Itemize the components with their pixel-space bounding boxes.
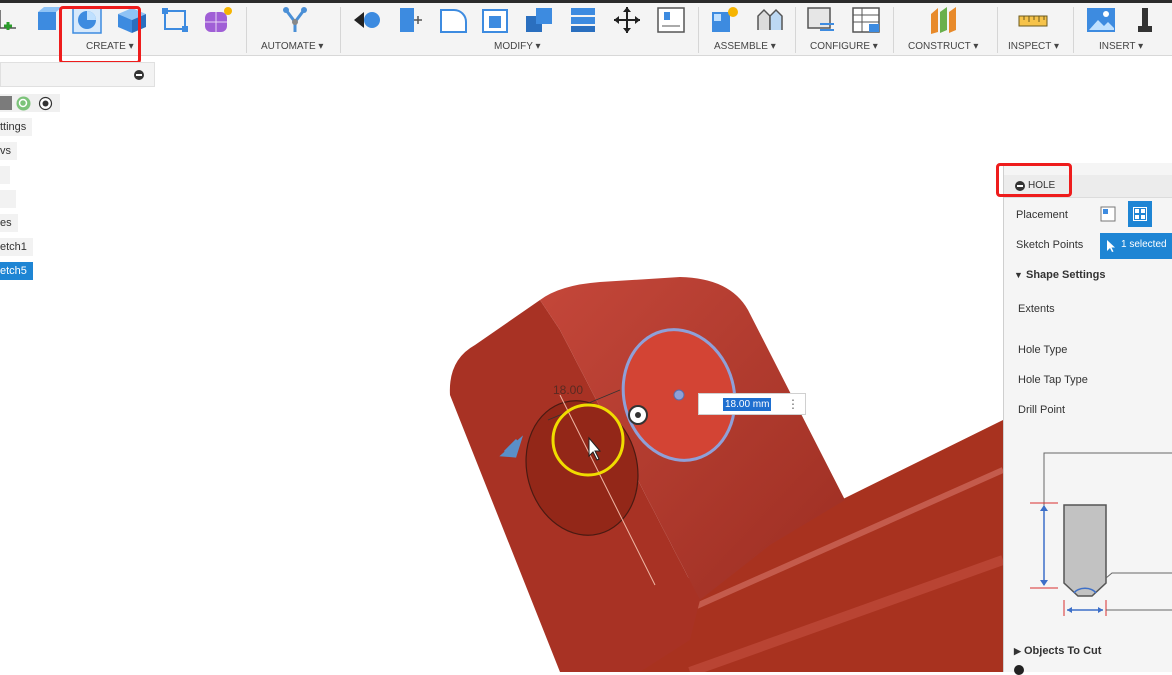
multiple-holes-placement-button[interactable] — [1128, 201, 1152, 227]
new-component-icon[interactable] — [710, 6, 740, 34]
extents-label: Extents — [1018, 303, 1055, 315]
more-options-icon[interactable]: ⋮ — [787, 397, 799, 411]
separator — [997, 7, 998, 53]
separator — [698, 7, 699, 53]
sketch-point[interactable] — [673, 389, 685, 401]
multiple-points-icon — [1133, 207, 1147, 221]
press-pull-icon[interactable] — [352, 6, 382, 34]
combine-icon[interactable] — [524, 6, 554, 34]
hole-type-label: Hole Type — [1018, 344, 1068, 356]
expand-down-icon: ▼ — [1014, 270, 1023, 280]
separator — [340, 7, 341, 53]
create-highlight-box — [59, 6, 141, 64]
fillet-icon[interactable] — [396, 6, 426, 34]
separator — [795, 7, 796, 53]
sketch-dimension-text: 18.00 — [553, 383, 583, 397]
canvas-viewport[interactable]: 18.00 — [0, 57, 1003, 672]
inspect-menu[interactable]: INSPECT ▾ — [1008, 41, 1059, 52]
create-sketch-icon[interactable] — [0, 6, 24, 34]
hole-title-highlight-box — [996, 163, 1072, 197]
offset-face-icon[interactable] — [568, 6, 598, 34]
form-icon[interactable] — [203, 6, 233, 34]
hole-shape-diagram — [1030, 452, 1172, 616]
shape-settings-label: Shape Settings — [1025, 269, 1106, 281]
separator — [1073, 7, 1074, 53]
single-hole-placement-icon[interactable] — [1100, 206, 1116, 222]
insert-menu[interactable]: INSERT ▾ — [1099, 41, 1143, 52]
offset-plane-icon[interactable] — [928, 6, 958, 34]
construct-menu[interactable]: CONSTRUCT ▾ — [908, 41, 978, 52]
objects-to-cut-label: Objects To Cut — [1023, 645, 1102, 657]
sketch-points-value: 1 selected — [1121, 239, 1167, 250]
configure-menu[interactable]: CONFIGURE ▾ — [810, 41, 878, 52]
ribbon-toolbar: CREATE ▾ AUTOMATE ▾ MODIFY ▾ ASSEMBLE ▾ … — [0, 0, 1172, 64]
hole-dialog: HOLE Placement Sketch Points 1 selected … — [1003, 163, 1172, 675]
align-icon[interactable] — [656, 6, 686, 34]
expand-right-icon: ▶ — [1014, 646, 1021, 656]
chamfer-icon[interactable] — [438, 6, 468, 34]
info-icon[interactable] — [1014, 665, 1024, 675]
measure-icon[interactable] — [1018, 6, 1048, 34]
modify-menu[interactable]: MODIFY ▾ — [494, 41, 541, 52]
hole-tap-type-label: Hole Tap Type — [1018, 374, 1088, 386]
joint-icon[interactable] — [754, 6, 784, 34]
automate-menu[interactable]: AUTOMATE ▾ — [261, 41, 323, 52]
insert-mesh-icon[interactable] — [1130, 6, 1160, 34]
select-cursor-icon — [1107, 240, 1115, 252]
automate-icon[interactable] — [280, 6, 310, 34]
sketch-points-label: Sketch Points — [1016, 239, 1084, 251]
shape-settings-section[interactable]: ▼ Shape Settings — [1014, 269, 1105, 281]
drill-point-label: Drill Point — [1018, 404, 1066, 416]
separator — [246, 7, 247, 53]
diameter-input[interactable]: 18.00 mm ⋮ — [698, 393, 806, 415]
configuration-table-icon[interactable] — [851, 6, 881, 34]
sketch-points-selector[interactable]: 1 selected — [1100, 233, 1172, 259]
insert-image-icon[interactable] — [1086, 6, 1116, 34]
extrude-icon[interactable] — [32, 6, 62, 34]
configure-icon[interactable] — [806, 6, 836, 34]
move-icon[interactable] — [612, 6, 642, 34]
create-menu[interactable]: CREATE ▾ — [86, 41, 134, 52]
separator — [893, 7, 894, 53]
shell-icon[interactable] — [481, 6, 511, 34]
rectangular-pattern-icon[interactable] — [160, 6, 190, 34]
diameter-input-value[interactable]: 18.00 mm — [723, 398, 772, 411]
assemble-menu[interactable]: ASSEMBLE ▾ — [714, 41, 776, 52]
placement-label: Placement — [1016, 209, 1068, 221]
objects-to-cut-section[interactable]: ▶ Objects To Cut — [1014, 645, 1101, 657]
